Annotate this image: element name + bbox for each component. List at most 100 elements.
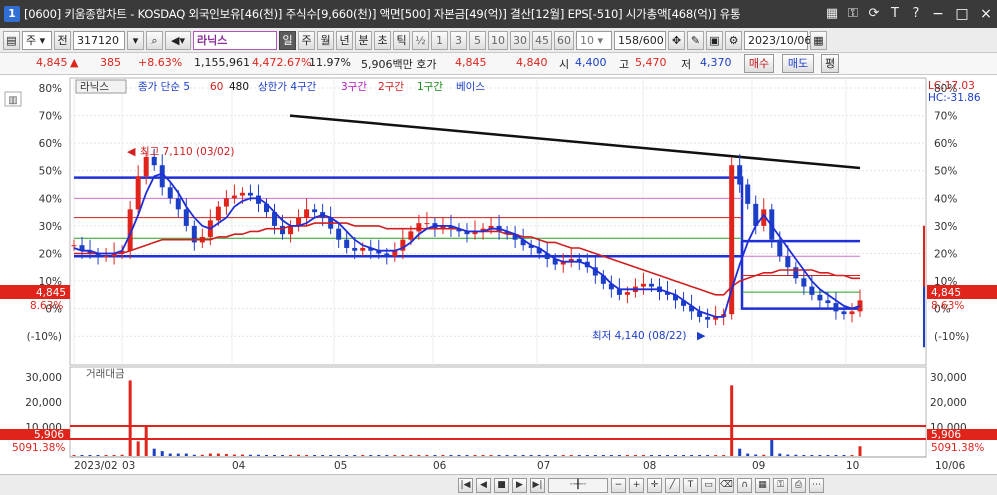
interval-10-button[interactable]: 10 [488, 30, 508, 50]
volume-bar [441, 455, 445, 456]
volume-panel-frame [69, 366, 927, 458]
legend-ceiling: 상한가 4구간 [258, 81, 317, 93]
legend-section2: 2구간 [378, 81, 404, 93]
stock-name-field[interactable]: 라닉스 [193, 30, 277, 50]
zoom-out-icon[interactable]: − [611, 477, 626, 493]
candle-body [640, 283, 646, 287]
low-arrow-icon: ▶ [697, 329, 706, 342]
open-price: 4,400 [575, 56, 607, 69]
volume-bar [136, 441, 140, 456]
buy-button[interactable]: 매수 [744, 54, 774, 73]
tool-rect-icon[interactable]: ▭ [701, 477, 716, 493]
prev-button[interactable]: 전 [54, 30, 71, 50]
interval-60-button[interactable]: 60 [554, 30, 574, 50]
y-tick-label-right: 70% [934, 111, 957, 123]
tool-line-icon[interactable]: ╱ [665, 477, 680, 493]
close-button[interactable]: × [975, 3, 997, 25]
volume-bar [545, 455, 549, 456]
maximize-button[interactable]: □ [951, 3, 973, 25]
volume-bar [425, 455, 429, 456]
search-icon[interactable]: ⌕ [146, 30, 163, 50]
volume-bar [345, 455, 349, 456]
refresh-icon[interactable]: ⟳ [865, 5, 883, 23]
volume-bar [168, 453, 172, 456]
volume-bar [834, 455, 838, 456]
y-tick-label-left: 80% [39, 83, 62, 95]
scroll-next-icon[interactable]: ▶ [512, 477, 527, 493]
draw-tool-icon[interactable]: ✎ [687, 30, 704, 50]
volume-bar [521, 455, 525, 456]
interval-select[interactable]: 10 ▾ [576, 30, 612, 50]
lock-icon[interactable]: ⚿ [844, 5, 862, 23]
period-tick-button[interactable]: 틱 [393, 30, 410, 50]
x-tick-label: 04 [232, 460, 246, 472]
high-arrow-icon: ◀ [127, 145, 136, 158]
help-icon[interactable]: ? [907, 5, 925, 23]
text-icon[interactable]: T [886, 5, 904, 23]
y-tick-label-right: 40% [934, 193, 957, 205]
sound-icon[interactable]: ◀▾ [165, 30, 191, 50]
period-week-button[interactable]: 주 [298, 30, 315, 50]
date-input[interactable]: 2023/10/06 [744, 30, 811, 50]
fraction-button[interactable]: ½ [412, 30, 429, 50]
volume-bar [120, 454, 124, 456]
zoom-in-icon[interactable]: + [629, 477, 644, 493]
tool-eraser-icon[interactable]: ⌫ [719, 477, 734, 493]
calendar-icon[interactable]: ▦ [810, 30, 827, 50]
stock-code-input[interactable]: 317120 [73, 30, 125, 50]
interval-45-button[interactable]: 45 [532, 30, 552, 50]
tool-text-icon[interactable]: T [683, 477, 698, 493]
chart-area[interactable]: ▥ 80% 80% 70% 70% 60% 60% 50% 50% 40% 40% 30% 30% 20… [0, 75, 997, 495]
tool-magnet-icon[interactable]: ∩ [737, 477, 752, 493]
tool-crosshair-icon[interactable]: ✛ [647, 477, 662, 493]
volume-bar [666, 455, 670, 456]
interval-1-button[interactable]: 1 [431, 30, 448, 50]
vol-tick-20000-right: 20,000 [930, 397, 967, 409]
layout-icon[interactable]: ▤ [3, 30, 20, 50]
tool-print-icon[interactable]: ⎙ [791, 477, 806, 493]
data-count-value: 158 [618, 33, 639, 47]
save-icon[interactable]: ▣ [706, 30, 723, 50]
candle-body [231, 195, 237, 199]
interval-30-button[interactable]: 30 [510, 30, 530, 50]
volume-bar [409, 455, 413, 456]
eval-button[interactable]: 평 [821, 54, 839, 73]
gear-icon[interactable]: ⚙ [725, 30, 742, 50]
interval-3-button[interactable]: 3 [450, 30, 467, 50]
candle-body [737, 165, 743, 185]
volume-panel-title: 거래대금 [86, 368, 125, 380]
tool-grid-icon[interactable]: ▦ [755, 477, 770, 493]
volume-bar [281, 455, 285, 456]
price-change: 385 [100, 56, 121, 69]
period-month-button[interactable]: 월 [317, 30, 334, 50]
volume-bar [569, 455, 573, 456]
volume-bar [104, 455, 108, 456]
tool-lock-icon[interactable]: ⚿ [773, 477, 788, 493]
price-chart[interactable]: ▥ 80% 80%70% 70%60% 60%50% 50%40% 40%30% 30%20… [0, 75, 997, 475]
scroll-slider[interactable]: ┈╂┈ [548, 477, 608, 493]
market-select[interactable]: 주 ▾ [22, 30, 52, 50]
period-second-button[interactable]: 초 [374, 30, 391, 50]
candle-body [801, 278, 807, 287]
period-day-button[interactable]: 일 [279, 30, 296, 50]
y-tick-label-left: 50% [39, 166, 62, 178]
sell-button[interactable]: 매도 [782, 54, 814, 73]
candle-body [648, 283, 654, 287]
period-year-button[interactable]: 년 [336, 30, 353, 50]
stop-icon[interactable]: ■ [494, 477, 509, 493]
minimize-button[interactable]: − [927, 3, 949, 25]
scroll-first-icon[interactable]: |◀ [458, 477, 473, 493]
grid-icon[interactable]: ▦ [823, 5, 841, 23]
scroll-prev-icon[interactable]: ◀ [476, 477, 491, 493]
tool-more-icon[interactable]: ⋯ [809, 477, 824, 493]
code-dropdown-icon[interactable]: ▾ [127, 30, 144, 50]
period-minute-button[interactable]: 분 [355, 30, 372, 50]
interval-5-button[interactable]: 5 [469, 30, 486, 50]
candle-body [143, 156, 149, 177]
scroll-last-icon[interactable]: ▶| [530, 477, 545, 493]
volume-bar [264, 455, 268, 456]
volume-bar [778, 453, 782, 456]
data-count-field[interactable]: 158/600 [614, 30, 666, 50]
volume-bar [329, 455, 333, 456]
settings-tools-icon[interactable]: ✥ [668, 30, 685, 50]
